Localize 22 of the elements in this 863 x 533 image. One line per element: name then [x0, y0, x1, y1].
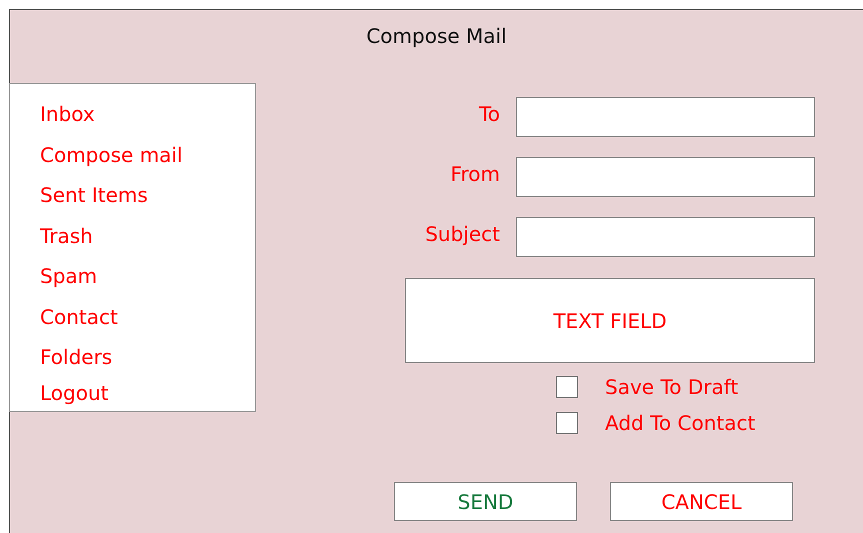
message-field[interactable]: TEXT FIELD — [405, 278, 815, 363]
sidebar-item[interactable]: Logout — [40, 378, 108, 408]
input-field[interactable] — [516, 97, 815, 137]
window-title: Compose Mail — [366, 24, 507, 48]
checkbox[interactable] — [556, 376, 578, 398]
sidebar-item[interactable]: Folders — [40, 337, 112, 378]
cancel-button[interactable]: CANCEL — [610, 482, 793, 521]
field-label: Subject — [425, 222, 500, 246]
field-label: To — [478, 102, 500, 126]
sidebar-item[interactable]: Inbox — [40, 94, 95, 134]
sidebar-item[interactable]: Contact — [40, 296, 118, 337]
input-field[interactable] — [516, 157, 815, 197]
checkbox[interactable] — [556, 412, 578, 434]
sidebar-item[interactable]: Spam — [40, 256, 98, 296]
field-label: From — [450, 162, 500, 186]
checkbox-label: Add To Contact — [605, 411, 756, 435]
checkbox-label: Save To Draft — [605, 375, 738, 399]
sidebar-item[interactable]: Compose mail — [40, 134, 183, 175]
sidebar-item[interactable]: Sent Items — [40, 175, 148, 216]
sidebar-item[interactable]: Trash — [40, 216, 93, 256]
input-field[interactable] — [516, 217, 815, 257]
send-button[interactable]: SEND — [394, 482, 577, 521]
